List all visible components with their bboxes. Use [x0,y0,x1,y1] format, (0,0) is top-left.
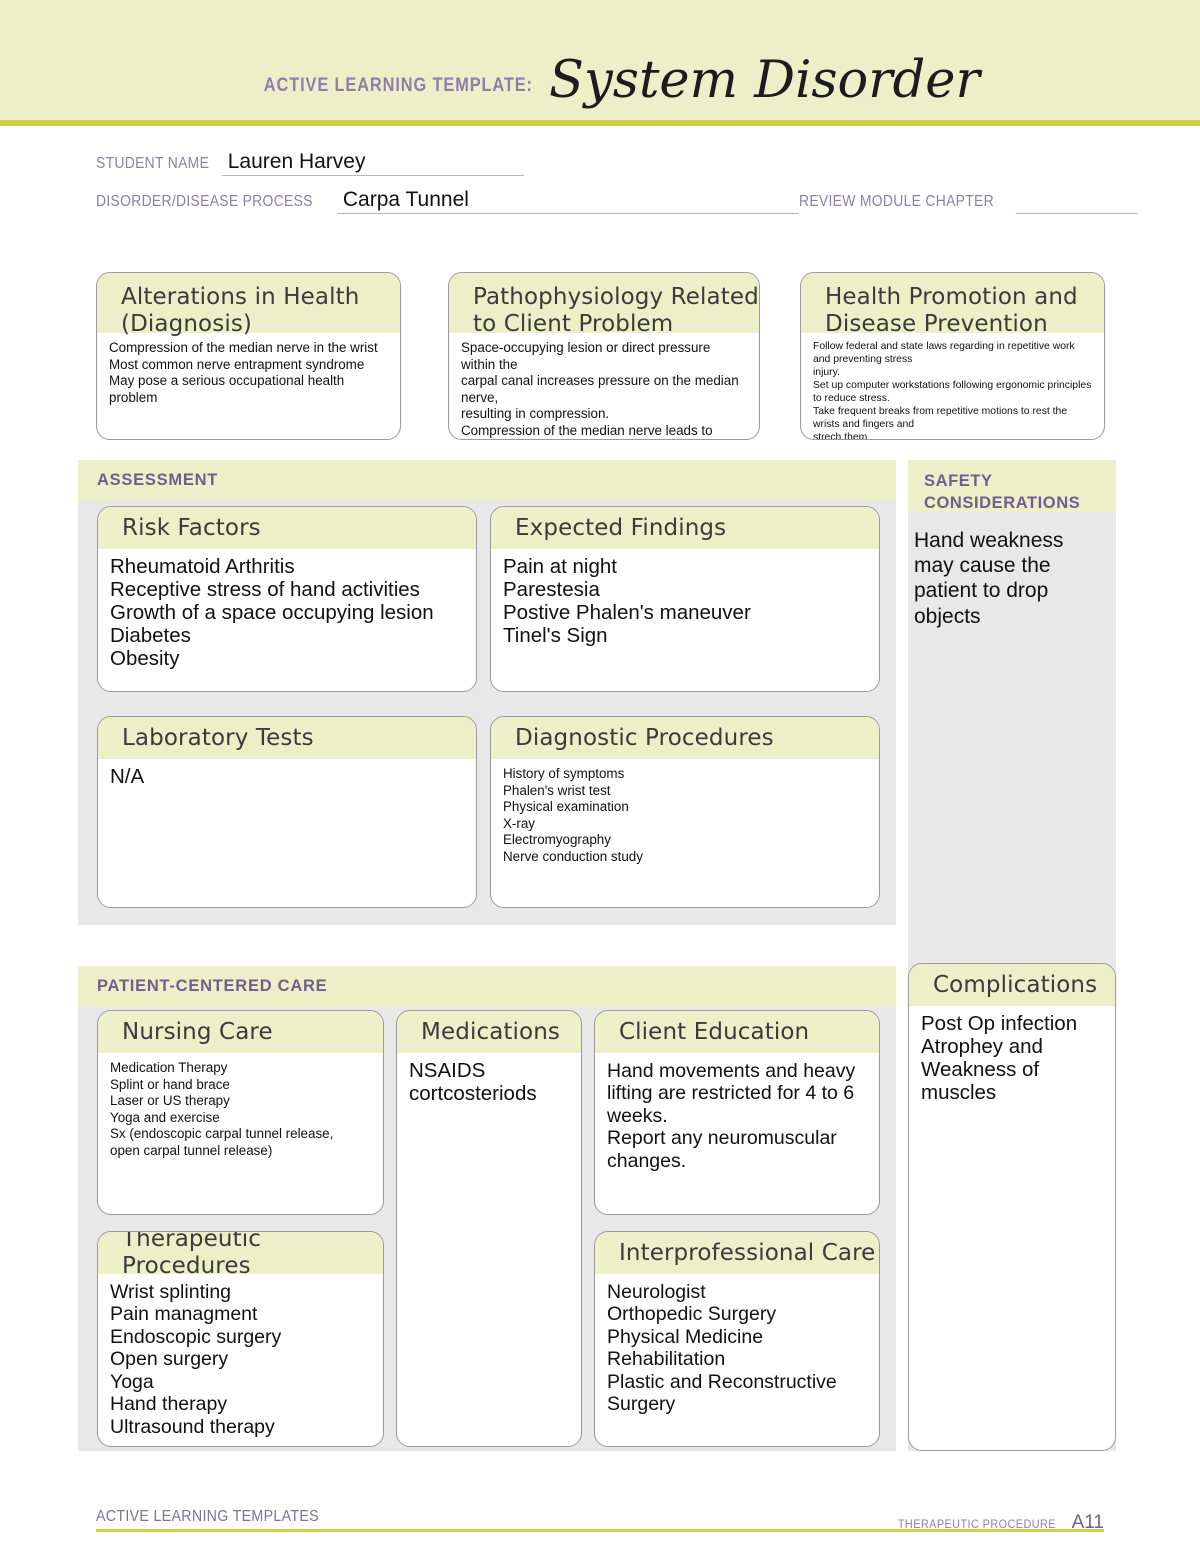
card-title: Health Promotion and Disease Prevention [825,284,1078,337]
card-header: Pathophysiology Related to Client Proble… [449,273,759,337]
card-header: Interprofessional Care [595,1232,879,1274]
assessment-banner-label: ASSESSMENT [97,471,219,489]
card-pathophysiology: Pathophysiology Related to Client Proble… [448,272,760,440]
card-content[interactable]: Compression of the median nerve in the w… [97,333,400,412]
page-title: System Disorder [549,51,980,110]
card-title: Risk Factors [122,514,261,541]
card-header: Medications [397,1011,581,1053]
footer-brand: ACTIVE LEARNING TEMPLATES [96,1508,319,1525]
footer-meta: THERAPEUTIC PROCEDURE A11 [891,1512,1104,1534]
card-health-promotion: Health Promotion and Disease Prevention … [800,272,1105,440]
card-header: Client Education [595,1011,879,1053]
header: ACTIVE LEARNING TEMPLATE: System Disorde… [0,0,1200,120]
card-complications: Complications Post Op infection Atrophey… [908,963,1116,1451]
card-content[interactable]: Wrist splinting Pain managment Endoscopi… [98,1274,383,1444]
card-title: Therapeutic Procedures [122,1231,261,1279]
disorder-input[interactable]: Carpa Tunnel [336,188,799,215]
safety-content[interactable]: Hand weakness may cause the patient to d… [908,528,1108,629]
card-content[interactable]: Pain at night Parestesia Postive Phalen'… [491,549,879,654]
disorder-label: DISORDER/DISEASE PROCESS [96,193,313,211]
card-content[interactable]: History of symptoms Phalen's wrist test … [491,759,879,872]
card-title: Client Education [619,1018,810,1045]
card-therapeutic-procedures: Therapeutic Procedures Wrist splinting P… [97,1231,384,1447]
card-header: Nursing Care [98,1011,383,1053]
footer-category: THERAPEUTIC PROCEDURE [897,1517,1056,1531]
card-header: Laboratory Tests [98,717,476,759]
page-root: ACTIVE LEARNING TEMPLATE: System Disorde… [0,0,1200,1553]
safety-banner: SAFETY CONSIDERATIONS [908,460,1116,512]
card-diagnostic-procedures: Diagnostic Procedures History of symptom… [490,716,880,908]
header-eyebrow: ACTIVE LEARNING TEMPLATE: [263,75,534,96]
chapter-label: REVIEW MODULE CHAPTER [798,193,994,211]
card-content[interactable]: Hand movements and heavy lifting are res… [595,1053,879,1178]
student-name-row: STUDENT NAME Lauren Harvey [96,150,1104,177]
card-content[interactable]: Rheumatoid Arthritis Receptive stress of… [98,549,476,677]
card-title: Medications [421,1018,561,1045]
card-content[interactable]: Space-occupying lesion or direct pressur… [449,333,759,439]
card-title: Expected Findings [515,514,727,541]
card-medications: Medications NSAIDS cortcosteriods [396,1010,582,1447]
student-name-input[interactable]: Lauren Harvey [221,150,524,177]
card-content[interactable]: Neurologist Orthopedic Surgery Physical … [595,1274,879,1422]
chapter-input[interactable] [1015,212,1138,215]
card-content[interactable]: NSAIDS cortcosteriods [397,1053,581,1112]
card-title: Nursing Care [122,1018,273,1045]
card-expected-findings: Expected Findings Pain at night Parestes… [490,506,880,692]
pcc-banner-label: PATIENT-CENTERED CARE [97,977,328,995]
card-content[interactable]: Post Op infection Atrophey and Weakness … [909,1006,1115,1111]
card-nursing-care: Nursing Care Medication Therapy Splint o… [97,1010,384,1215]
card-title: Interprofessional Care [619,1239,876,1266]
pcc-banner: PATIENT-CENTERED CARE [78,966,896,1007]
card-title: Diagnostic Procedures [515,724,774,751]
card-content[interactable]: Medication Therapy Splint or hand brace … [98,1053,383,1166]
card-title: Laboratory Tests [122,724,314,751]
card-title: Pathophysiology Related to Client Proble… [473,284,759,337]
assessment-banner: ASSESSMENT [78,460,896,501]
header-rule [0,120,1200,126]
card-title: Alterations in Health (Diagnosis) [121,284,360,337]
safety-banner-label: SAFETY CONSIDERATIONS [924,472,1081,513]
card-header: Health Promotion and Disease Prevention [801,273,1104,337]
card-content[interactable]: Follow federal and state laws regarding … [801,333,1104,439]
form-fields: STUDENT NAME Lauren Harvey DISORDER/DISE… [96,150,1138,215]
card-risk-factors: Risk Factors Rheumatoid Arthritis Recept… [97,506,477,692]
card-content[interactable]: N/A [98,759,476,795]
card-title: Complications [933,971,1098,998]
card-interprofessional-care: Interprofessional Care Neurologist Ortho… [594,1231,880,1447]
footer-page-number: A11 [1071,1512,1104,1533]
card-header: Alterations in Health (Diagnosis) [97,273,400,337]
card-header: Expected Findings [491,507,879,549]
card-laboratory-tests: Laboratory Tests N/A [97,716,477,908]
card-header: Risk Factors [98,507,476,549]
card-client-education: Client Education Hand movements and heav… [594,1010,880,1215]
card-header: Complications [909,964,1115,1006]
student-name-label: STUDENT NAME [96,155,210,173]
card-header: Diagnostic Procedures [491,717,879,759]
disorder-row: DISORDER/DISEASE PROCESS Carpa Tunnel RE… [96,188,1138,215]
card-header: Therapeutic Procedures [98,1232,383,1279]
card-alterations-in-health: Alterations in Health (Diagnosis) Compre… [96,272,401,440]
